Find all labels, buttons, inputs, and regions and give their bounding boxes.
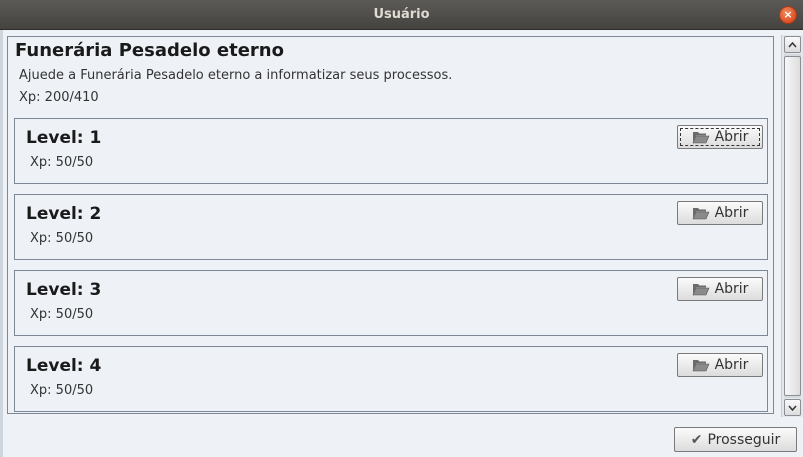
window-title: Usuário: [373, 7, 430, 22]
open-button-label: Abrir: [714, 129, 749, 145]
scroll-up-button[interactable]: [784, 36, 801, 53]
open-level-button[interactable]: Abrir: [677, 277, 763, 301]
level-card: Level: 4 Xp: 50/50 Abrir: [14, 346, 768, 412]
level-card: Level: 3 Xp: 50/50 Abrir: [14, 270, 768, 336]
scroll-down-button[interactable]: [784, 399, 801, 416]
title-bar: Usuário ×: [0, 0, 803, 30]
close-icon: ×: [783, 8, 793, 21]
open-level-button[interactable]: Abrir: [677, 125, 763, 149]
open-button-label: Abrir: [714, 357, 749, 373]
scroll-thumb[interactable]: [784, 56, 801, 396]
level-card: Level: 2 Xp: 50/50 Abrir: [14, 194, 768, 260]
organization-description: Ajuede a Funerária Pesadelo eterno a inf…: [19, 68, 453, 83]
open-level-button[interactable]: Abrir: [677, 353, 763, 377]
level-xp: Xp: 50/50: [30, 155, 94, 170]
folder-open-icon: [692, 208, 710, 220]
proceed-button-label: Prosseguir: [707, 431, 781, 448]
chevron-down-icon: [788, 405, 797, 411]
organization-title: Funerária Pesadelo eterno: [15, 40, 284, 61]
level-title: Level: 4: [26, 356, 102, 376]
level-card: Level: 1 Xp: 50/50 Abrir: [14, 118, 768, 184]
level-title: Level: 2: [26, 204, 102, 224]
level-xp: Xp: 50/50: [30, 307, 94, 322]
open-button-label: Abrir: [714, 205, 749, 221]
folder-open-icon: [692, 284, 710, 296]
open-level-button[interactable]: Abrir: [677, 201, 763, 225]
level-xp: Xp: 50/50: [30, 383, 94, 398]
level-xp: Xp: 50/50: [30, 231, 94, 246]
organization-xp: Xp: 200/410: [19, 90, 99, 105]
scroll-pane: Funerária Pesadelo eterno Ajuede a Funer…: [6, 35, 803, 417]
window-edge: [0, 30, 3, 457]
level-title: Level: 1: [26, 128, 102, 148]
organization-panel: Funerária Pesadelo eterno Ajuede a Funer…: [7, 36, 774, 414]
check-icon: ✔: [690, 431, 703, 448]
vertical-scrollbar[interactable]: [781, 35, 803, 417]
folder-open-icon: [692, 132, 710, 144]
folder-open-icon: [692, 360, 710, 372]
open-button-label: Abrir: [714, 281, 749, 297]
close-button[interactable]: ×: [779, 6, 797, 24]
level-title: Level: 3: [26, 280, 102, 300]
proceed-button[interactable]: ✔ Prosseguir: [674, 427, 797, 452]
chevron-up-icon: [788, 41, 797, 47]
